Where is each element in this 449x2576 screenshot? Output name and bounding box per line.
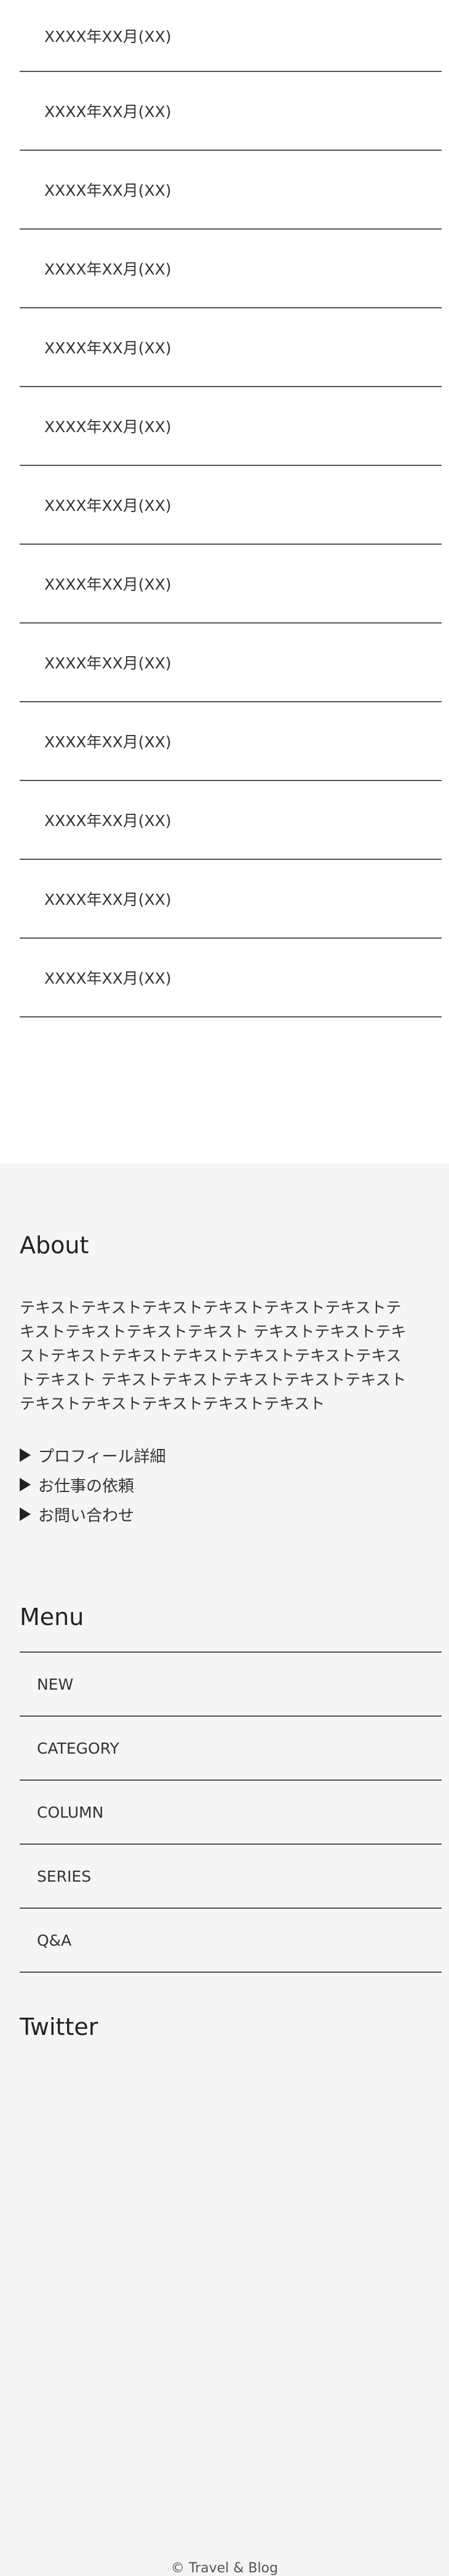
menu-item-category[interactable]: CATEGORY (20, 1717, 442, 1781)
archive-item[interactable]: XXXX年XX月(XX) (20, 624, 442, 702)
triangle-right-icon (20, 1507, 31, 1521)
menu-item-column[interactable]: COLUMN (20, 1781, 442, 1845)
about-link-label: プロフィール詳細 (38, 1447, 166, 1466)
about-link-label: お仕事の依頼 (38, 1477, 135, 1496)
archive-item[interactable]: XXXX年XX月(XX) (20, 308, 442, 387)
about-title: About (20, 1232, 89, 1259)
menu-item-qa[interactable]: Q&A (20, 1909, 442, 1973)
archive-item[interactable]: XXXX年XX月(XX) (20, 702, 442, 781)
archive-item[interactable]: XXXX年XX月(XX) (20, 72, 442, 151)
about-link-profile[interactable]: プロフィール詳細 (20, 1440, 442, 1470)
footer-sidebar: About テキストテキストテキストテキストテキストテキストテキストテキストテキ… (0, 1163, 449, 2576)
archive-item[interactable]: XXXX年XX月(XX) (20, 387, 442, 466)
about-link-contact[interactable]: お問い合わせ (20, 1499, 442, 1529)
about-link-label: お問い合わせ (38, 1506, 135, 1525)
menu-list: NEW CATEGORY COLUMN SERIES Q&A (20, 1651, 442, 1973)
menu-item-series[interactable]: SERIES (20, 1845, 442, 1909)
triangle-right-icon (20, 1448, 31, 1462)
triangle-right-icon (20, 1478, 31, 1491)
archive-section: XXXX年XX月(XX) XXXX年XX月(XX) XXXX年XX月(XX) X… (0, 0, 449, 1163)
copyright: © Travel & Blog (170, 2561, 279, 2576)
archive-item[interactable]: XXXX年XX月(XX) (20, 466, 442, 545)
archive-item[interactable]: XXXX年XX月(XX) (20, 0, 442, 72)
archive-list: XXXX年XX月(XX) XXXX年XX月(XX) XXXX年XX月(XX) X… (20, 0, 442, 1017)
archive-item[interactable]: XXXX年XX月(XX) (20, 545, 442, 624)
about-links: プロフィール詳細 お仕事の依頼 お問い合わせ (20, 1440, 442, 1529)
about-link-work-request[interactable]: お仕事の依頼 (20, 1470, 442, 1499)
archive-item[interactable]: XXXX年XX月(XX) (20, 151, 442, 230)
about-text: テキストテキストテキストテキストテキストテキストテキストテキストテキストテキスト… (20, 1299, 407, 1413)
archive-item[interactable]: XXXX年XX月(XX) (20, 230, 442, 308)
archive-item[interactable]: XXXX年XX月(XX) (20, 860, 442, 939)
twitter-title: Twitter (20, 2013, 98, 2040)
menu-title: Menu (20, 1603, 84, 1631)
archive-item[interactable]: XXXX年XX月(XX) (20, 939, 442, 1017)
archive-item[interactable]: XXXX年XX月(XX) (20, 781, 442, 860)
menu-item-new[interactable]: NEW (20, 1653, 442, 1717)
